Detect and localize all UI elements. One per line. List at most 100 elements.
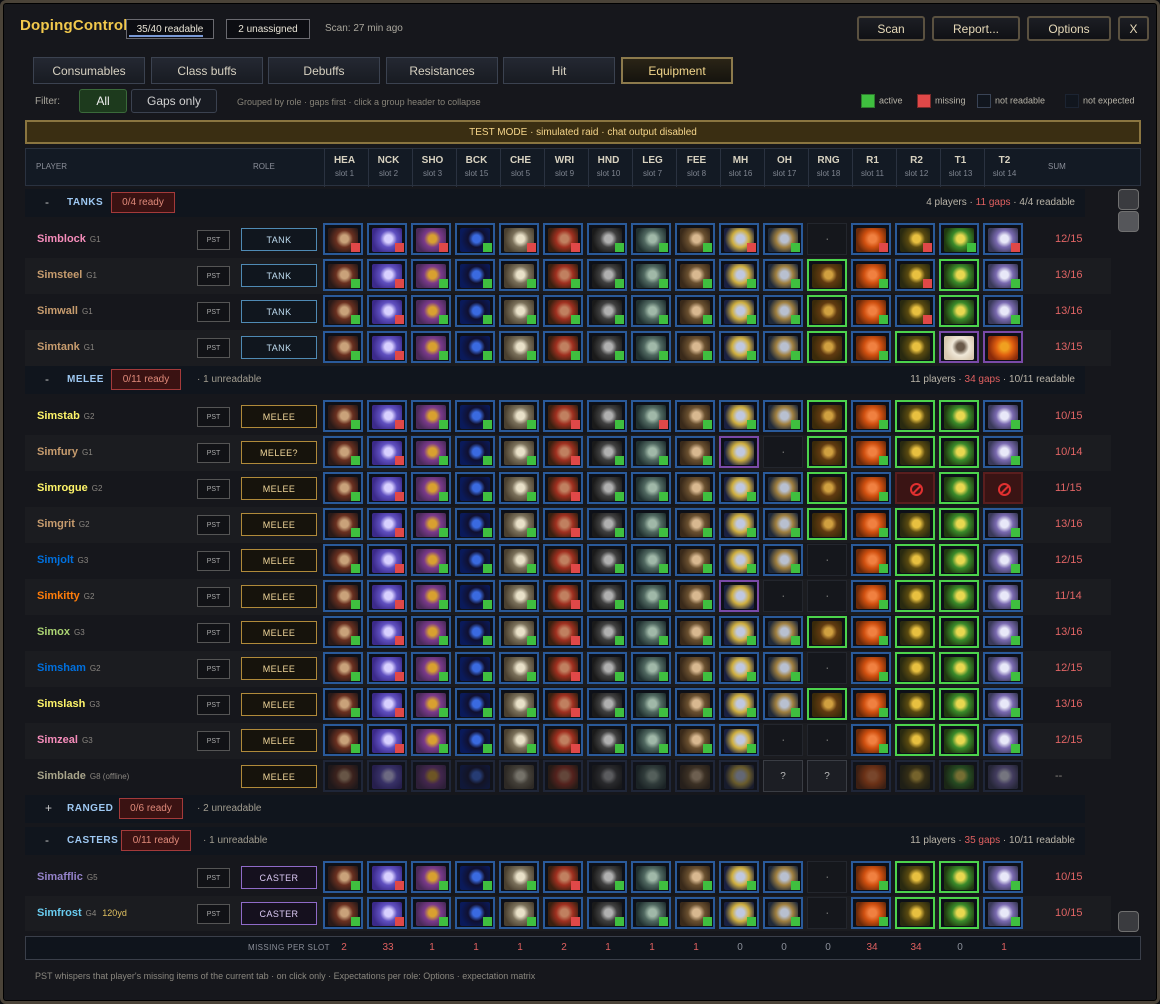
slot-cell-fee[interactable] — [675, 861, 715, 893]
slot-cell-rng[interactable] — [807, 580, 847, 612]
slot-cell-hnd[interactable] — [587, 897, 627, 929]
player-name[interactable]: Simgrit G2 — [37, 518, 90, 530]
slot-cell-mh[interactable] — [719, 331, 759, 363]
role-badge[interactable]: MELEE — [241, 729, 317, 752]
slot-cell-rng[interactable] — [807, 331, 847, 363]
slot-cell-che[interactable] — [499, 508, 539, 540]
scroll-down-button[interactable] — [1118, 911, 1139, 932]
slot-cell-t2[interactable] — [983, 295, 1023, 327]
slot-cell-t1[interactable] — [939, 436, 979, 468]
player-name[interactable]: Simstab G2 — [37, 410, 94, 422]
slot-cell-fee[interactable] — [675, 652, 715, 684]
group-toggle-ranged[interactable]: + — [45, 801, 52, 815]
slot-cell-che[interactable] — [499, 861, 539, 893]
slot-cell-mh[interactable] — [719, 760, 759, 792]
pst-button[interactable]: PST — [197, 623, 230, 643]
slot-cell-t1[interactable] — [939, 760, 979, 792]
slot-cell-t2[interactable] — [983, 724, 1023, 756]
slot-cell-wri[interactable] — [543, 508, 583, 540]
slot-cell-t1[interactable] — [939, 688, 979, 720]
slot-cell-hea[interactable] — [323, 861, 363, 893]
slot-cell-wri[interactable] — [543, 760, 583, 792]
role-badge[interactable]: TANK — [241, 264, 317, 287]
slot-cell-che[interactable] — [499, 331, 539, 363]
slot-cell-hea[interactable] — [323, 544, 363, 576]
slot-cell-wri[interactable] — [543, 544, 583, 576]
slot-cell-r1[interactable] — [851, 508, 891, 540]
slot-cell-rng[interactable] — [807, 724, 847, 756]
slot-cell-t2[interactable] — [983, 616, 1023, 648]
close-button[interactable]: X — [1118, 16, 1149, 41]
slot-cell-t2[interactable] — [983, 652, 1023, 684]
slot-cell-sho[interactable] — [411, 652, 451, 684]
pst-button[interactable]: PST — [197, 407, 230, 427]
player-name[interactable]: Simblock G1 — [37, 233, 101, 245]
slot-cell-fee[interactable] — [675, 223, 715, 255]
slot-cell-r1[interactable] — [851, 861, 891, 893]
group-header-tanks[interactable]: - TANKS 0/4 ready 4 players · 11 gaps · 4/4… — [25, 189, 1085, 217]
player-name[interactable]: Simslash G3 — [37, 698, 100, 710]
slot-cell-hnd[interactable] — [587, 295, 627, 327]
slot-cell-t1[interactable] — [939, 400, 979, 432]
group-toggle-melee[interactable]: - — [45, 372, 49, 386]
slot-cell-t1[interactable] — [939, 724, 979, 756]
pst-button[interactable]: PST — [197, 868, 230, 888]
slot-cell-che[interactable] — [499, 688, 539, 720]
slot-cell-fee[interactable] — [675, 897, 715, 929]
slot-cell-rng[interactable] — [807, 259, 847, 291]
slot-cell-mh[interactable] — [719, 652, 759, 684]
slot-cell-mh[interactable] — [719, 472, 759, 504]
slot-cell-nck[interactable] — [367, 616, 407, 648]
slot-cell-bck[interactable] — [455, 295, 495, 327]
player-name[interactable]: Simafflic G5 — [37, 871, 98, 883]
slot-cell-r2[interactable] — [895, 472, 935, 504]
slot-cell-nck[interactable] — [367, 760, 407, 792]
role-badge[interactable]: MELEE — [241, 765, 317, 788]
slot-cell-rng[interactable] — [807, 472, 847, 504]
slot-cell-bck[interactable] — [455, 652, 495, 684]
slot-cell-r1[interactable] — [851, 616, 891, 648]
slot-cell-r2[interactable] — [895, 688, 935, 720]
slot-cell-oh[interactable] — [763, 259, 803, 291]
slot-cell-sho[interactable] — [411, 616, 451, 648]
scroll-thumb[interactable] — [1118, 211, 1139, 232]
tab-class-buffs[interactable]: Class buffs — [151, 57, 263, 84]
slot-cell-oh[interactable] — [763, 616, 803, 648]
slot-cell-hea[interactable] — [323, 472, 363, 504]
slot-cell-hea[interactable] — [323, 223, 363, 255]
slot-cell-leg[interactable] — [631, 688, 671, 720]
slot-cell-nck[interactable] — [367, 652, 407, 684]
slot-cell-r2[interactable] — [895, 259, 935, 291]
slot-cell-che[interactable] — [499, 760, 539, 792]
role-badge[interactable]: MELEE — [241, 621, 317, 644]
slot-cell-leg[interactable] — [631, 580, 671, 612]
slot-cell-mh[interactable] — [719, 688, 759, 720]
slot-cell-fee[interactable] — [675, 331, 715, 363]
slot-cell-sho[interactable] — [411, 472, 451, 504]
slot-cell-t2[interactable] — [983, 544, 1023, 576]
slot-cell-bck[interactable] — [455, 400, 495, 432]
slot-cell-fee[interactable] — [675, 295, 715, 327]
slot-cell-oh[interactable] — [763, 724, 803, 756]
slot-cell-r2[interactable] — [895, 295, 935, 327]
slot-cell-t1[interactable] — [939, 861, 979, 893]
slot-cell-nck[interactable] — [367, 897, 407, 929]
slot-cell-r1[interactable] — [851, 760, 891, 792]
tab-equipment[interactable]: Equipment — [621, 57, 733, 84]
slot-cell-bck[interactable] — [455, 897, 495, 929]
slot-cell-t2[interactable] — [983, 400, 1023, 432]
slot-cell-t2[interactable] — [983, 760, 1023, 792]
slot-cell-hnd[interactable] — [587, 760, 627, 792]
slot-cell-r1[interactable] — [851, 259, 891, 291]
slot-cell-leg[interactable] — [631, 616, 671, 648]
player-name[interactable]: Simwall G1 — [37, 305, 93, 317]
slot-cell-fee[interactable] — [675, 259, 715, 291]
slot-cell-bck[interactable] — [455, 760, 495, 792]
slot-cell-t1[interactable] — [939, 580, 979, 612]
slot-cell-che[interactable] — [499, 616, 539, 648]
slot-cell-rng[interactable] — [807, 295, 847, 327]
role-badge[interactable]: MELEE — [241, 549, 317, 572]
slot-cell-fee[interactable] — [675, 436, 715, 468]
slot-cell-wri[interactable] — [543, 223, 583, 255]
group-header-melee[interactable]: - MELEE 0/11 ready · 1 unreadable 11 players… — [25, 366, 1085, 394]
